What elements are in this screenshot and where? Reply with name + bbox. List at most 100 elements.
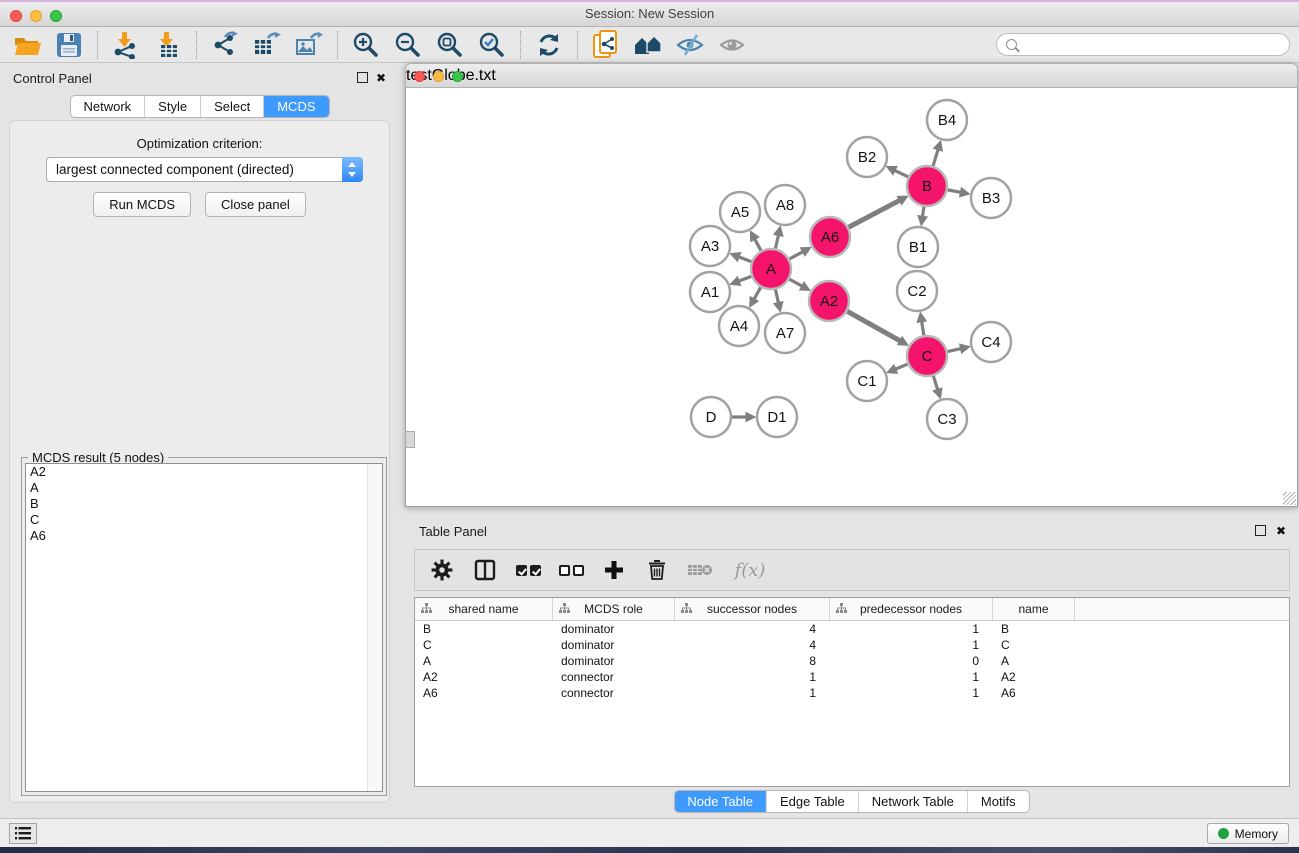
node-table[interactable]: shared nameMCDS rolesuccessor nodesprede…: [414, 597, 1290, 787]
graph-edge-A-A7[interactable]: [775, 290, 778, 304]
tab-motifs[interactable]: Motifs: [967, 791, 1029, 812]
graph-edge-B-B3[interactable]: [948, 190, 962, 193]
table-row[interactable]: Adominator80A: [415, 653, 1289, 669]
table-cell[interactable]: C: [993, 638, 1075, 652]
open-session-icon[interactable]: [11, 29, 43, 61]
show-columns-icon[interactable]: [472, 557, 498, 583]
graph-node-B[interactable]: B: [907, 166, 947, 206]
table-panel-close-icon[interactable]: ✖: [1276, 525, 1286, 537]
show-eye-icon[interactable]: [716, 29, 748, 61]
import-network-icon[interactable]: [110, 29, 142, 61]
tab-edge-table[interactable]: Edge Table: [766, 791, 858, 812]
run-mcds-button[interactable]: Run MCDS: [93, 192, 191, 217]
graph-edge-B-B2[interactable]: [894, 170, 908, 177]
graph-edge-B-B4[interactable]: [933, 149, 938, 166]
graph-node-B3[interactable]: B3: [971, 178, 1011, 218]
table-cell[interactable]: A6: [415, 686, 553, 700]
tab-mcds[interactable]: MCDS: [263, 96, 328, 117]
close-panel-button[interactable]: Close panel: [205, 192, 306, 217]
tab-node-table[interactable]: Node Table: [674, 791, 766, 812]
table-cell[interactable]: dominator: [553, 622, 675, 636]
table-cell[interactable]: 1: [830, 686, 993, 700]
add-column-icon[interactable]: [601, 557, 627, 583]
graph-node-A5[interactable]: A5: [720, 192, 760, 232]
search-input[interactable]: [1023, 35, 1281, 56]
zoom-out-icon[interactable]: [392, 29, 424, 61]
table-cell[interactable]: connector: [553, 670, 675, 684]
graph-node-C1[interactable]: C1: [847, 361, 887, 401]
mcds-result-item[interactable]: C: [26, 512, 382, 528]
graph-edge-A-A5[interactable]: [754, 238, 761, 250]
table-cell[interactable]: A2: [993, 670, 1075, 684]
scrollbar-track[interactable]: [367, 464, 382, 791]
tab-network-table[interactable]: Network Table: [858, 791, 967, 812]
graph-node-B1[interactable]: B1: [898, 227, 938, 267]
search-box[interactable]: [996, 33, 1290, 56]
graph-edge-C-C4[interactable]: [948, 348, 962, 351]
graph-node-C4[interactable]: C4: [971, 322, 1011, 362]
control-panel-close-icon[interactable]: ✖: [376, 72, 386, 84]
graph-edge-A-A4[interactable]: [754, 287, 761, 300]
column-header-successor-nodes[interactable]: successor nodes: [675, 598, 830, 620]
table-cell[interactable]: 1: [675, 670, 830, 684]
column-header-MCDS-role[interactable]: MCDS role: [553, 598, 675, 620]
graph-node-A8[interactable]: A8: [765, 185, 805, 225]
table-cell[interactable]: A6: [993, 686, 1075, 700]
graph-edge-A2-C[interactable]: [847, 311, 901, 341]
column-header-shared-name[interactable]: shared name: [415, 598, 553, 620]
table-cell[interactable]: connector: [553, 686, 675, 700]
mcds-result-item[interactable]: A: [26, 480, 382, 496]
table-cell[interactable]: A: [993, 654, 1075, 668]
graph-edge-A-A3[interactable]: [738, 257, 751, 262]
table-panel-float-icon[interactable]: [1255, 525, 1266, 538]
select-all-icon[interactable]: [515, 557, 541, 583]
graph-edge-C-C2[interactable]: [922, 321, 924, 336]
export-table-icon[interactable]: [251, 29, 283, 61]
control-panel-float-icon[interactable]: [357, 72, 368, 85]
minimize-window-icon[interactable]: [30, 10, 42, 22]
graph-node-A7[interactable]: A7: [765, 313, 805, 353]
graph-node-B4[interactable]: B4: [927, 100, 967, 140]
table-cell[interactable]: A: [415, 654, 553, 668]
graph-edge-A6-B[interactable]: [849, 200, 901, 227]
splitter-handle[interactable]: [405, 431, 415, 448]
table-cell[interactable]: 1: [830, 670, 993, 684]
graph-node-B2[interactable]: B2: [847, 137, 887, 177]
table-cell[interactable]: 1: [675, 686, 830, 700]
save-session-icon[interactable]: [53, 29, 85, 61]
table-cell[interactable]: 1: [830, 622, 993, 636]
graph-edge-A-A6[interactable]: [789, 251, 803, 259]
table-cell[interactable]: 1: [830, 638, 993, 652]
network-zoom-icon[interactable]: [452, 71, 463, 82]
table-cell[interactable]: B: [993, 622, 1075, 636]
table-row[interactable]: A6connector11A6: [415, 685, 1289, 701]
refresh-icon[interactable]: [533, 29, 565, 61]
tab-style[interactable]: Style: [144, 96, 200, 117]
table-cell[interactable]: A2: [415, 670, 553, 684]
mcds-result-item[interactable]: A6: [26, 528, 382, 544]
new-network-from-selection-icon[interactable]: [590, 29, 622, 61]
graph-edge-A-A2[interactable]: [789, 279, 802, 286]
graph-node-D1[interactable]: D1: [757, 397, 797, 437]
gear-icon[interactable]: [429, 557, 455, 583]
zoom-window-icon[interactable]: [50, 10, 62, 22]
hide-eye-icon[interactable]: [674, 29, 706, 61]
network-window-titlebar[interactable]: testGlobe.txt: [405, 63, 1298, 88]
graph-edge-B-B1[interactable]: [922, 207, 924, 218]
graph-node-D[interactable]: D: [691, 397, 731, 437]
table-cell[interactable]: B: [415, 622, 553, 636]
mcds-result-item[interactable]: B: [26, 496, 382, 512]
network-minimize-icon[interactable]: [433, 71, 444, 82]
zoom-selected-icon[interactable]: [476, 29, 508, 61]
graph-node-A1[interactable]: A1: [690, 272, 730, 312]
graph-edge-A-A1[interactable]: [738, 276, 751, 281]
table-row[interactable]: Bdominator41B: [415, 621, 1289, 637]
table-cell[interactable]: 4: [675, 622, 830, 636]
table-cell[interactable]: 4: [675, 638, 830, 652]
table-cell[interactable]: dominator: [553, 638, 675, 652]
mcds-result-list[interactable]: A2ABCA6: [25, 463, 383, 792]
network-canvas[interactable]: B4B2BB3A8A5A6A3B1AA1C2A2A4A7C4CC1DD1C3: [405, 88, 1298, 507]
close-window-icon[interactable]: [10, 10, 22, 22]
graph-node-A3[interactable]: A3: [690, 226, 730, 266]
select-stepper-icon[interactable]: [342, 157, 363, 182]
